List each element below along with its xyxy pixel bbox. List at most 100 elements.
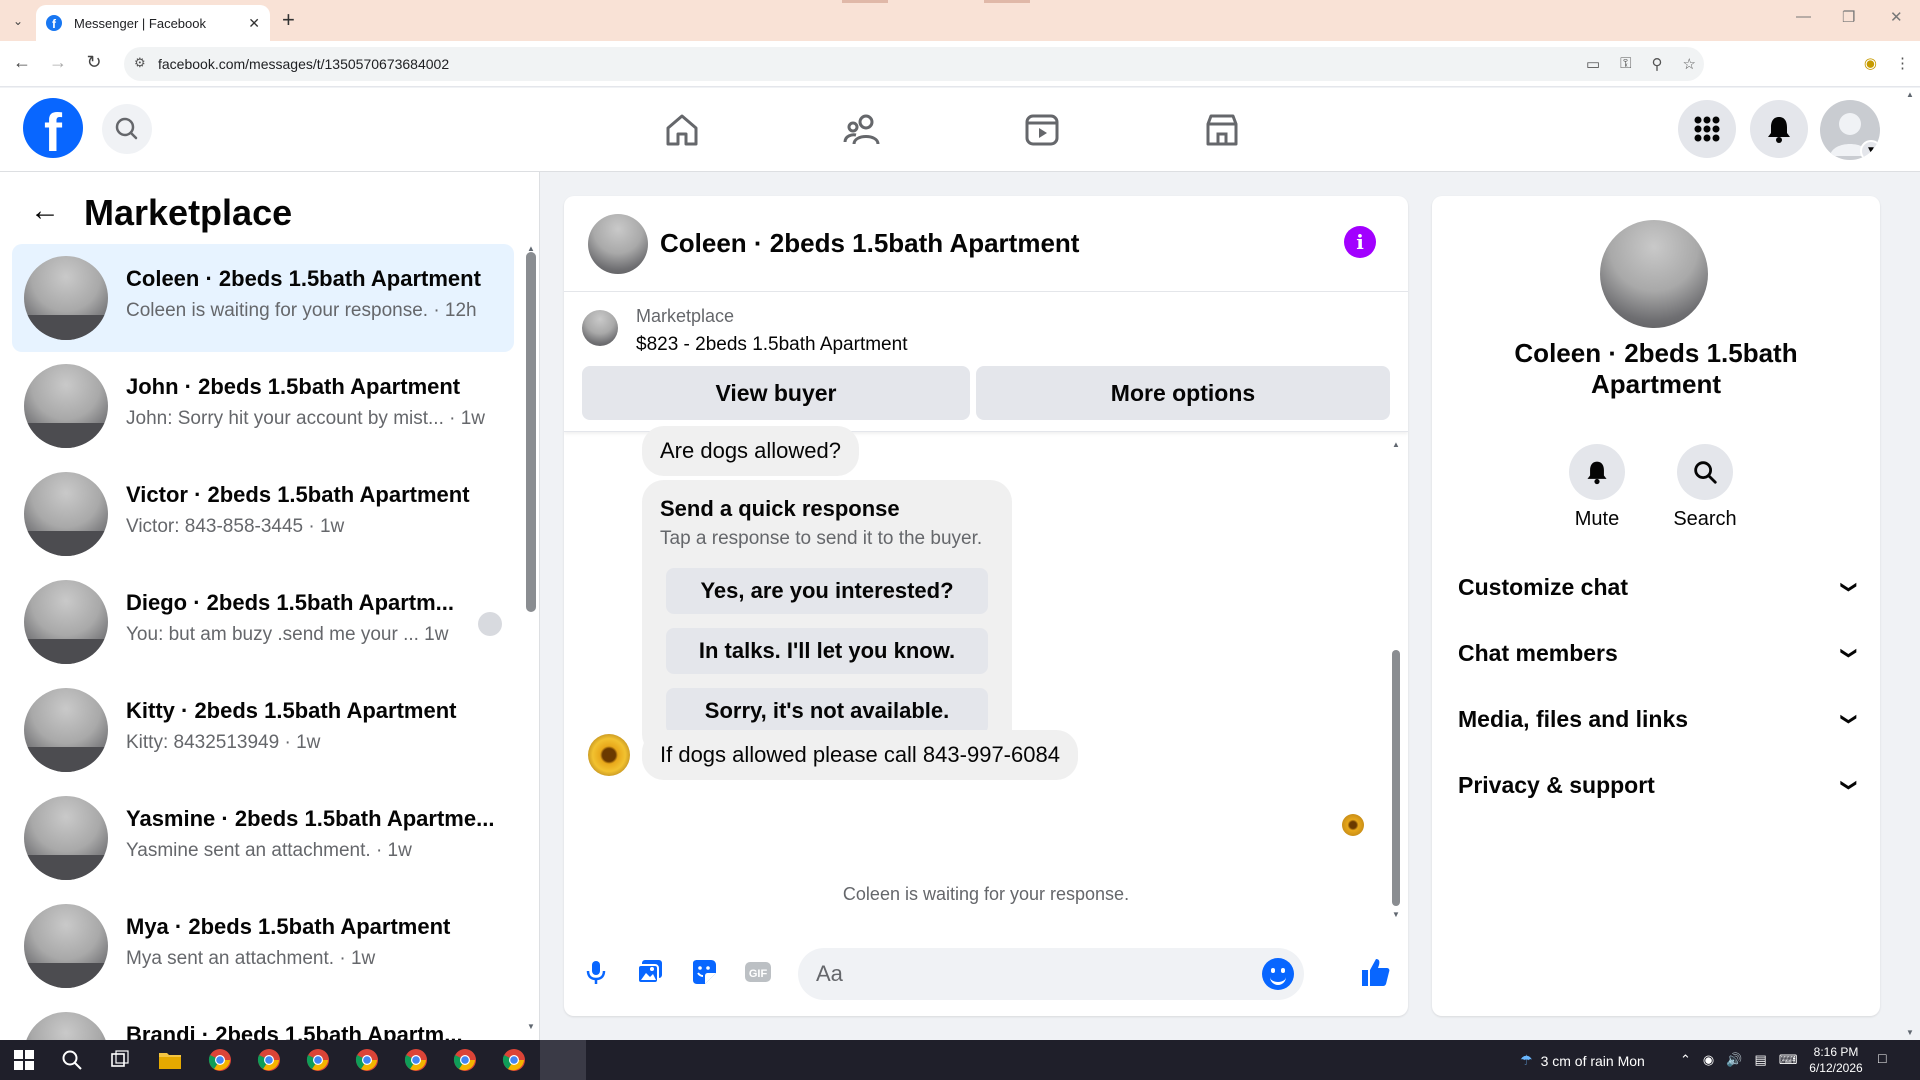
info-icon[interactable]: i bbox=[1344, 226, 1376, 258]
marketplace-nav-icon[interactable] bbox=[1198, 106, 1246, 154]
scroll-down-arrow-icon[interactable]: ▼ bbox=[527, 1022, 535, 1031]
microphone-icon[interactable] bbox=[578, 954, 614, 990]
conversation-name: Victor · 2beds 1.5bath Apartment bbox=[126, 482, 470, 507]
customize-chat-section[interactable]: Customize chat ❮ bbox=[1454, 562, 1858, 612]
zoom-icon[interactable]: ⚲ bbox=[1652, 55, 1663, 73]
taskbar-search-icon[interactable] bbox=[58, 1046, 86, 1074]
chrome-icon[interactable] bbox=[500, 1046, 528, 1074]
chrome-icon[interactable] bbox=[451, 1046, 479, 1074]
home-nav-icon[interactable] bbox=[658, 106, 706, 154]
chat-members-section[interactable]: Chat members ❮ bbox=[1454, 628, 1858, 678]
listing-thumbnail bbox=[24, 364, 108, 448]
weather-widget[interactable]: ☂ 3 cm of rain Mon bbox=[1520, 1052, 1645, 1069]
network-icon[interactable]: ▤ bbox=[1754, 1052, 1766, 1068]
conversation-name: Yasmine · 2beds 1.5bath Apartme... bbox=[126, 806, 495, 831]
scroll-up-arrow-icon[interactable]: ▲ bbox=[1392, 440, 1400, 449]
notification-center-icon[interactable]: □ bbox=[1878, 1050, 1886, 1066]
webcam-icon[interactable]: ◉ bbox=[1703, 1052, 1714, 1068]
minimize-icon[interactable]: — bbox=[1796, 8, 1811, 25]
notifications-button[interactable] bbox=[1750, 100, 1808, 158]
install-app-icon[interactable]: ▭ bbox=[1586, 55, 1600, 73]
gif-icon[interactable]: GIF bbox=[740, 954, 776, 990]
back-icon[interactable]: ← bbox=[10, 52, 34, 73]
chrome-icon[interactable] bbox=[206, 1046, 234, 1074]
friends-nav-icon[interactable] bbox=[838, 106, 886, 154]
conversation-item[interactable]: Coleen · 2beds 1.5bath Apartment Coleen … bbox=[12, 244, 514, 352]
task-view-icon[interactable] bbox=[106, 1046, 134, 1074]
thread-scrollbar[interactable] bbox=[1392, 650, 1400, 906]
bookmark-star-icon[interactable]: ☆ bbox=[1683, 55, 1696, 73]
media-files-links-section[interactable]: Media, files and links ❮ bbox=[1454, 694, 1858, 744]
listing-thumbnail bbox=[24, 580, 108, 664]
password-key-icon[interactable]: ⚿ bbox=[1620, 55, 1631, 73]
volume-icon[interactable]: 🔊 bbox=[1726, 1052, 1742, 1068]
chrome-icon[interactable] bbox=[304, 1046, 332, 1074]
forward-icon[interactable]: → bbox=[46, 52, 70, 73]
quick-reply-button[interactable]: In talks. I'll let you know. bbox=[666, 628, 988, 674]
list-scrollbar[interactable] bbox=[526, 252, 536, 612]
browser-menu-icon[interactable]: ⋮ bbox=[1895, 54, 1910, 72]
view-buyer-button[interactable]: View buyer bbox=[582, 366, 970, 420]
watch-nav-icon[interactable] bbox=[1018, 106, 1066, 154]
file-explorer-icon[interactable] bbox=[156, 1046, 184, 1074]
page-scroll-up-icon[interactable]: ▲ bbox=[1906, 90, 1914, 99]
url-text[interactable]: facebook.com/messages/t/1350570673684002 bbox=[158, 56, 449, 72]
facebook-header: f ▼ bbox=[0, 88, 1920, 172]
conversation-item[interactable]: Brandi · 2beds 1.5bath Apartm... bbox=[12, 1000, 514, 1040]
omnibox[interactable]: ⚙ facebook.com/messages/t/13505706736840… bbox=[124, 47, 1704, 81]
privacy-support-section[interactable]: Privacy & support ❮ bbox=[1454, 760, 1858, 810]
conversation-item[interactable]: Victor · 2beds 1.5bath Apartment Victor:… bbox=[12, 460, 514, 568]
tab-search-icon[interactable]: ⌄ bbox=[6, 9, 30, 33]
scroll-down-arrow-icon[interactable]: ▼ bbox=[1392, 910, 1400, 919]
conversation-item[interactable]: Mya · 2beds 1.5bath Apartment Mya sent a… bbox=[12, 892, 514, 1000]
bell-icon bbox=[1768, 117, 1790, 143]
search-button[interactable] bbox=[102, 104, 152, 154]
profile-avatar[interactable] bbox=[1600, 220, 1708, 328]
chrome-icon[interactable] bbox=[353, 1046, 381, 1074]
emoji-icon[interactable] bbox=[1262, 958, 1294, 990]
listing-price[interactable]: $823 - 2beds 1.5bath Apartment bbox=[636, 334, 907, 356]
close-tab-icon[interactable]: ✕ bbox=[248, 15, 260, 32]
browser-tab[interactable]: f Messenger | Facebook ✕ bbox=[36, 5, 270, 41]
page-scroll-down-icon[interactable]: ▼ bbox=[1906, 1028, 1914, 1037]
conversation-item[interactable]: John · 2beds 1.5bath Apartment John: Sor… bbox=[12, 352, 514, 460]
message-input-wrapper[interactable] bbox=[798, 948, 1304, 1000]
restore-icon[interactable]: ❐ bbox=[1842, 8, 1855, 26]
new-tab-icon[interactable]: + bbox=[282, 8, 295, 32]
search-in-chat-button[interactable]: Search bbox=[1660, 444, 1750, 531]
sticker-icon[interactable] bbox=[686, 954, 722, 990]
quick-reply-button[interactable]: Yes, are you interested? bbox=[666, 568, 988, 614]
message-input[interactable] bbox=[816, 948, 1236, 1000]
back-arrow-icon[interactable]: ← bbox=[30, 194, 60, 228]
more-options-button[interactable]: More options bbox=[976, 366, 1390, 420]
profile-icon[interactable]: ◉ bbox=[1864, 54, 1877, 72]
chat-avatar[interactable] bbox=[588, 214, 648, 274]
conversation-item[interactable]: Diego · 2beds 1.5bath Apartm... You: but… bbox=[12, 568, 514, 676]
taskbar-clock[interactable]: 8:16 PM 6/12/2026 bbox=[1800, 1044, 1872, 1076]
conversation-item[interactable]: Kitty · 2beds 1.5bath Apartment Kitty: 8… bbox=[12, 676, 514, 784]
quick-reply-button[interactable]: Sorry, it's not available. bbox=[666, 688, 988, 734]
account-avatar[interactable]: ▼ bbox=[1820, 100, 1880, 160]
chat-panel: Coleen · 2beds 1.5bath Apartment i Marke… bbox=[564, 196, 1408, 1016]
site-info-icon[interactable]: ⚙ bbox=[134, 55, 146, 71]
facebook-logo-icon[interactable]: f bbox=[23, 98, 83, 158]
keyboard-icon[interactable]: ⌨ bbox=[1779, 1052, 1798, 1068]
close-window-icon[interactable]: ✕ bbox=[1890, 8, 1903, 26]
listing-thumbnail bbox=[24, 256, 108, 340]
thumbs-up-icon[interactable] bbox=[1358, 954, 1394, 990]
chrome-icon[interactable] bbox=[402, 1046, 430, 1074]
menu-grid-button[interactable] bbox=[1678, 100, 1736, 158]
sender-avatar[interactable] bbox=[588, 734, 630, 776]
mute-button[interactable]: Mute bbox=[1552, 444, 1642, 531]
profile-name: Coleen · 2beds 1.5bath Apartment bbox=[1514, 338, 1798, 399]
chevron-down-icon: ❮ bbox=[1839, 712, 1857, 726]
chat-title[interactable]: Coleen · 2beds 1.5bath Apartment bbox=[660, 228, 1079, 259]
reload-icon[interactable]: ↻ bbox=[82, 52, 106, 73]
windows-start-icon[interactable] bbox=[10, 1046, 38, 1074]
photo-icon[interactable] bbox=[632, 954, 668, 990]
listing-thumbnail[interactable] bbox=[582, 310, 618, 346]
mute-label: Mute bbox=[1574, 508, 1620, 530]
chrome-icon[interactable] bbox=[255, 1046, 283, 1074]
conversation-item[interactable]: Yasmine · 2beds 1.5bath Apartme... Yasmi… bbox=[12, 784, 514, 892]
chevron-up-icon[interactable]: ⌃ bbox=[1680, 1052, 1691, 1068]
